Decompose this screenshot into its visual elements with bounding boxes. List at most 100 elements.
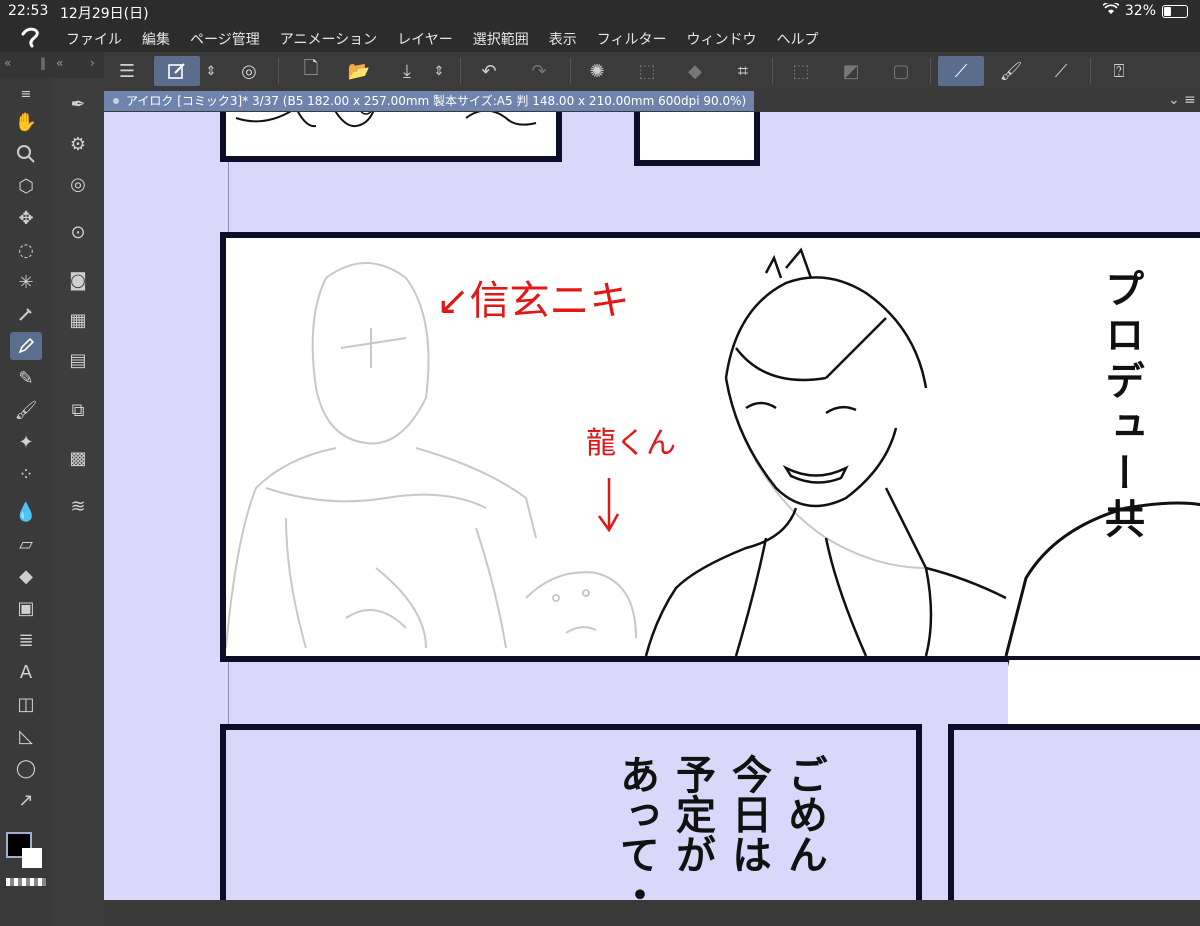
menu-icon[interactable]: ≡: [10, 80, 42, 108]
magic-wand-icon[interactable]: ✳: [10, 268, 42, 296]
edit-icon[interactable]: [154, 56, 200, 86]
subview-icon[interactable]: ◎: [232, 56, 266, 86]
menu-bar: ファイル 編集 ページ管理 アニメーション レイヤー 選択範囲 表示 フィルター…: [0, 24, 1200, 52]
speech-text: ごめん: [781, 754, 827, 874]
color-circle-icon[interactable]: ◙: [62, 266, 94, 294]
lasso-icon[interactable]: ◌: [10, 236, 42, 264]
app-logo-icon[interactable]: [18, 26, 44, 48]
airbrush-icon[interactable]: ✦: [10, 428, 42, 456]
brush-select-icon[interactable]: 🖌: [994, 56, 1028, 86]
new-icon[interactable]: 🗋: [294, 56, 328, 86]
menu-page[interactable]: ページ管理: [190, 29, 260, 49]
ruler-select-icon[interactable]: ⟋: [1044, 56, 1078, 86]
chevron-down-icon[interactable]: ⌄: [1168, 92, 1180, 108]
frame-icon[interactable]: ◫: [10, 690, 42, 718]
status-date: 12月29日(日): [60, 6, 149, 22]
zoom-icon[interactable]: [10, 140, 42, 168]
more-icon[interactable]: ≡: [1184, 92, 1196, 108]
speech-text: プロデュー共: [1098, 268, 1144, 544]
tool-column: ≡ ✋ ⬡ ✥ ◌ ✳ ✎ 🖌 ✦ ⁘ 💧 ▱ ◆ ▣ ≣ A ◫ ◺ ◯ ↗: [0, 78, 53, 926]
sub-tool-detail-icon[interactable]: ◎: [62, 170, 94, 198]
redo-icon[interactable]: ↷: [522, 56, 556, 86]
sub-color-swatch[interactable]: [22, 848, 42, 868]
speech-text: 今日は: [725, 754, 771, 874]
material-icon[interactable]: ▩: [62, 444, 94, 472]
menu-file[interactable]: ファイル: [66, 29, 122, 49]
text-icon[interactable]: A: [10, 658, 42, 686]
document-tab-bar: アイロク [コミック3]* 3/37 (B5 182.00 x 257.00mm…: [104, 90, 1200, 112]
status-bar: 22:53 12月29日(日) 32%: [0, 0, 1200, 24]
command-bar: ☰ ⇕ ◎ 🗋 📂 ⤓ ⇕ ↶ ↷ ✺ ⬚ ◆ ⌗ ⬚ ◩ ▢ ⟋ 🖌 ⟋ ⍰: [104, 52, 1200, 91]
select-icon[interactable]: ⬚: [784, 56, 818, 86]
navigator-icon[interactable]: ⊙: [62, 218, 94, 246]
menu-help[interactable]: ヘルプ: [777, 29, 819, 49]
hand-icon[interactable]: ✋: [10, 108, 42, 136]
menu-filter[interactable]: フィルター: [597, 29, 667, 49]
comic-panel: [948, 724, 1200, 900]
gradient-icon[interactable]: ▣: [10, 594, 42, 622]
brush-icon[interactable]: 🖌: [10, 396, 42, 424]
menu-icon[interactable]: ☰: [110, 56, 144, 86]
speech-text: 予定が: [669, 754, 715, 874]
tool-panel-header: « ‖ « ›: [0, 52, 104, 78]
correct-line-icon[interactable]: ↗: [10, 786, 42, 814]
save-icon[interactable]: ⤓: [390, 56, 424, 86]
fill-icon[interactable]: ◆: [10, 562, 42, 590]
move-icon[interactable]: ✥: [10, 204, 42, 232]
undo-icon[interactable]: ↶: [472, 56, 506, 86]
decoration-icon[interactable]: ⁘: [10, 460, 42, 488]
document-tab[interactable]: アイロク [コミック3]* 3/37 (B5 182.00 x 257.00mm…: [104, 91, 755, 111]
pen-icon[interactable]: [10, 332, 42, 360]
red-annotation: ↙信玄ニキ: [436, 278, 630, 324]
help-icon[interactable]: ⍰: [1102, 56, 1136, 86]
menu-layer[interactable]: レイヤー: [397, 29, 453, 49]
pencil-icon[interactable]: ✎: [10, 364, 42, 392]
layers-icon[interactable]: ≋: [62, 492, 94, 520]
deselect-icon[interactable]: ▢: [884, 56, 918, 86]
menu-view[interactable]: 表示: [549, 29, 577, 49]
comic-panel: ごめん 今日は 予定が あって・: [220, 724, 922, 900]
eyedropper-icon[interactable]: [10, 300, 42, 328]
toolbar-divider: [460, 58, 461, 84]
battery-icon: [1162, 4, 1188, 18]
color-set-icon[interactable]: ▦: [62, 306, 94, 334]
timeline-icon[interactable]: ▤: [62, 346, 94, 374]
fill-selection-icon[interactable]: ◆: [678, 56, 712, 86]
wifi-icon: [1102, 1, 1120, 19]
blend-icon[interactable]: 💧: [10, 498, 42, 526]
crop-icon[interactable]: ⌗: [726, 56, 760, 86]
figure-icon[interactable]: ≣: [10, 626, 42, 654]
save-chevron-icon[interactable]: ⇕: [428, 56, 450, 86]
toolbar-divider: [1090, 58, 1091, 84]
object-icon[interactable]: ⬡: [10, 172, 42, 200]
ruler-icon[interactable]: ◺: [10, 722, 42, 750]
balloon-icon[interactable]: ◯: [10, 754, 42, 782]
transform-icon[interactable]: ⬚: [630, 56, 664, 86]
sub-tool-pen-icon[interactable]: ✒: [62, 90, 94, 118]
comic-panel: [634, 112, 760, 166]
pen-select-icon[interactable]: ⟋: [938, 56, 984, 86]
toolbar-divider: [930, 58, 931, 84]
loading-icon[interactable]: ✺: [580, 56, 614, 86]
comic-panel-main: ↙信玄ニキ 龍くん プロデュー共: [220, 232, 1200, 662]
select-all-icon[interactable]: ◩: [834, 56, 868, 86]
toolbar-divider: [570, 58, 571, 84]
toolbar-divider: [278, 58, 279, 84]
red-annotation: 龍くん: [586, 426, 676, 461]
sub-tool-column: ✒ ⚙ ◎ ⊙ ◙ ▦ ▤ ⧉ ▩ ≋: [52, 78, 104, 926]
status-right: 32%: [1102, 1, 1188, 19]
sub-tool-settings-icon[interactable]: ⚙: [62, 130, 94, 158]
menu-window[interactable]: ウィンドウ: [687, 29, 757, 49]
open-icon[interactable]: 📂: [342, 56, 376, 86]
menu-selection[interactable]: 選択範囲: [473, 29, 529, 49]
tool-panels: « ‖ « › ≡ ✋ ⬡ ✥ ◌ ✳ ✎ 🖌 ✦ ⁘ 💧 ▱ ◆ ▣ ≣ A …: [0, 52, 104, 926]
comic-panel: [220, 112, 562, 162]
canvas[interactable]: ↙信玄ニキ 龍くん プロデュー共 ごめん 今日は 予定が あって・: [104, 112, 1200, 900]
chevron-updown-icon[interactable]: ⇕: [200, 56, 222, 86]
transparent-color-icon[interactable]: [6, 878, 46, 886]
menu-animation[interactable]: アニメーション: [280, 29, 377, 49]
layer-property-icon[interactable]: ⧉: [62, 396, 94, 424]
menu-edit[interactable]: 編集: [142, 29, 170, 49]
eraser-icon[interactable]: ▱: [10, 530, 42, 558]
status-time: 22:53: [8, 3, 49, 19]
